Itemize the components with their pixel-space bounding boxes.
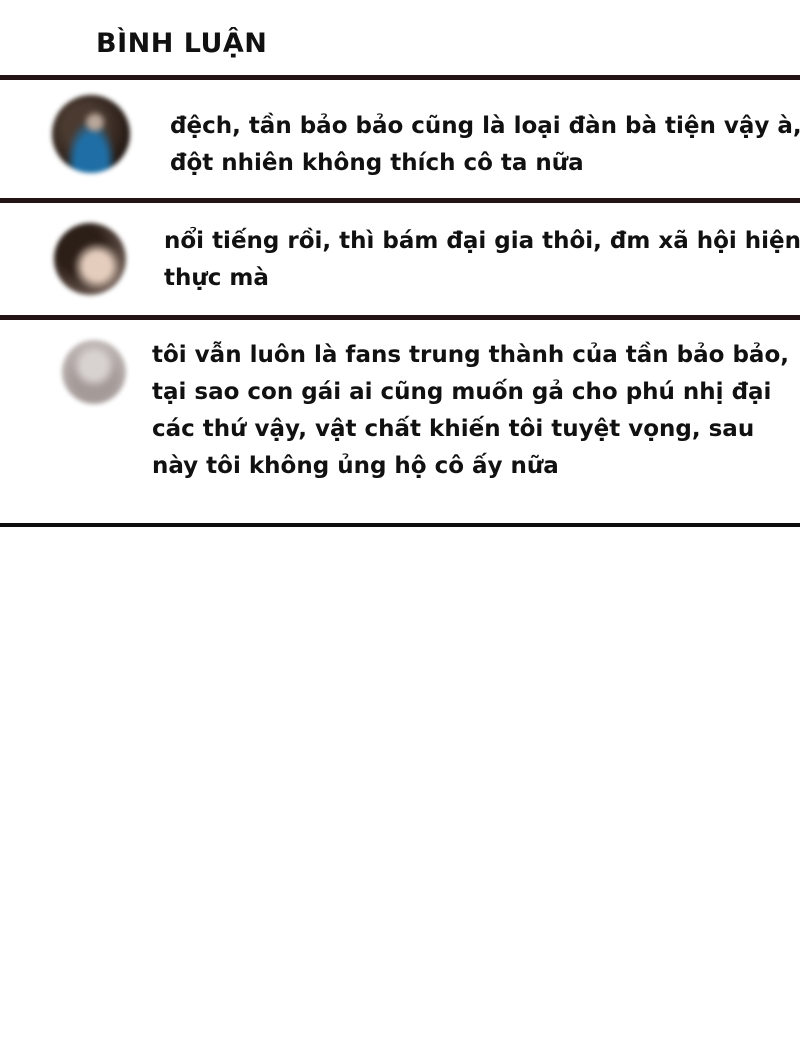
- comment-item: đệch, tần bảo bảo cũng là loại đàn bà ti…: [0, 80, 800, 198]
- comment-line: đệch, tần bảo bảo cũng là loại đàn bà ti…: [170, 113, 800, 139]
- comment-text: nổi tiếng rồi, thì bám đại gia thôi, đm …: [164, 223, 800, 297]
- user-avatar-icon[interactable]: [54, 223, 126, 295]
- comment-line: các thứ vậy, vật chất khiến tôi tuyệt vọ…: [152, 416, 755, 442]
- comment-line: tại sao con gái ai cũng muốn gả cho phú …: [152, 379, 772, 405]
- comment-line: thực mà: [164, 265, 269, 291]
- comment-line: đột nhiên không thích cô ta nữa: [170, 150, 584, 176]
- divider: [0, 523, 800, 527]
- user-avatar-icon[interactable]: [52, 95, 130, 173]
- comment-item: tôi vẫn luôn là fans trung thành của tần…: [0, 320, 800, 523]
- comment-text: đệch, tần bảo bảo cũng là loại đàn bà ti…: [170, 108, 800, 182]
- comment-item: nổi tiếng rồi, thì bám đại gia thôi, đm …: [0, 203, 800, 315]
- page-title: BÌNH LUẬN: [96, 28, 268, 59]
- comment-line: nổi tiếng rồi, thì bám đại gia thôi, đm …: [164, 228, 800, 254]
- comment-line: tôi vẫn luôn là fans trung thành của tần…: [152, 342, 789, 368]
- user-avatar-icon[interactable]: [62, 340, 126, 404]
- comment-line: này tôi không ủng hộ cô ấy nữa: [152, 453, 559, 479]
- comment-text: tôi vẫn luôn là fans trung thành của tần…: [152, 337, 789, 485]
